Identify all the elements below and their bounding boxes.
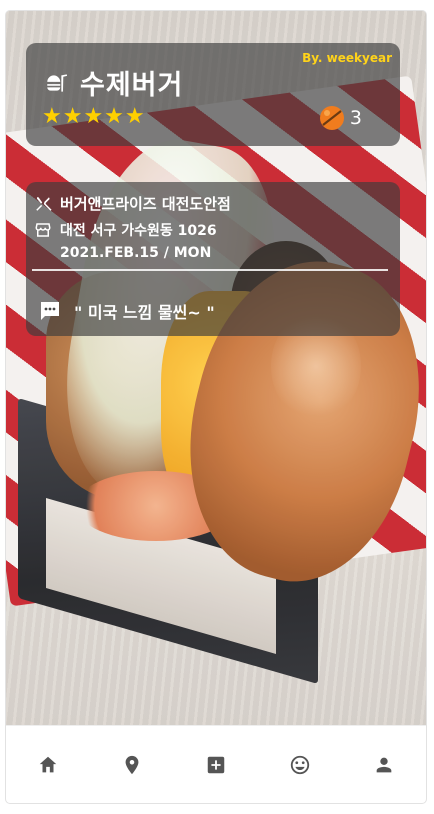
bottom-nav (6, 725, 426, 803)
address-row: 대전 서구 가수원동 1026 (34, 220, 217, 240)
rating-stars: ★★★★★ (42, 104, 146, 129)
address-text: 대전 서구 가수원동 1026 (60, 223, 217, 239)
date-row: 2021.FEB.15 / MON (60, 245, 211, 261)
title-card: By. weekyear 수제버거 ★★★★★ 3 (26, 43, 400, 146)
home-icon (39, 756, 57, 773)
comment-row: " 미국 느낌 물씬~ " (38, 299, 215, 323)
utensils-icon (36, 196, 52, 211)
store-icon (35, 223, 51, 237)
nav-profile-button[interactable] (362, 743, 406, 787)
date-text: 2021.FEB.15 / MON (60, 245, 212, 261)
title-row: 수제버거 (44, 63, 183, 102)
nav-mood-button[interactable] (278, 743, 322, 787)
nav-home-button[interactable] (26, 743, 70, 787)
post-title: 수제버거 (80, 70, 184, 101)
nav-map-button[interactable] (110, 743, 154, 787)
count-group: 3 (319, 105, 362, 131)
nav-add-button[interactable] (194, 743, 238, 787)
info-divider (32, 269, 388, 271)
comment-text: " 미국 느낌 물씬~ " (74, 303, 215, 322)
count-value: 3 (349, 107, 362, 129)
author-label: By. weekyear (302, 51, 392, 65)
person-icon (376, 757, 392, 773)
place-row: 버거앤프라이즈 대전도안점 (34, 193, 231, 214)
location-pin-icon (125, 755, 139, 775)
badge-ball-icon (319, 106, 344, 130)
burger-icon (47, 73, 68, 92)
comment-icon (41, 302, 59, 320)
smile-icon (290, 755, 310, 775)
info-card: 버거앤프라이즈 대전도안점 대전 서구 가수원동 1026 2021.FEB.1… (26, 182, 400, 336)
post-screen: By. weekyear 수제버거 ★★★★★ 3 버거앤프라이즈 대전도안점 (6, 11, 426, 803)
place-name: 버거앤프라이즈 대전도안점 (60, 195, 231, 213)
add-square-icon (207, 756, 225, 774)
